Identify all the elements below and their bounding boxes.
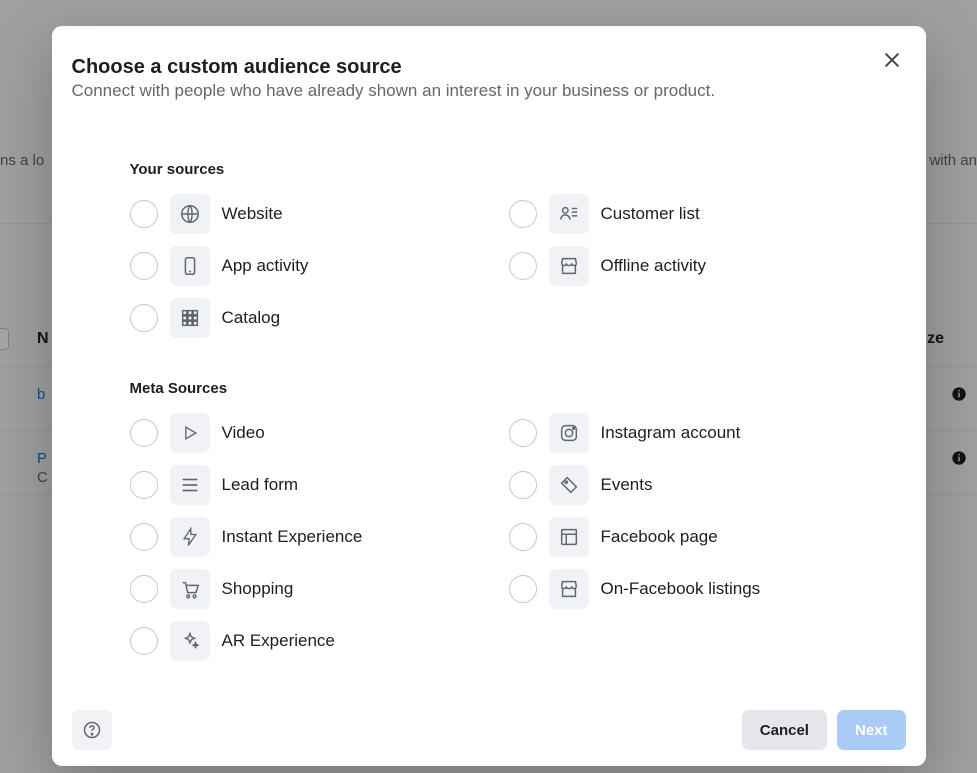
radio[interactable]	[509, 419, 537, 447]
option-label: Catalog	[222, 308, 281, 328]
option-label: App activity	[222, 256, 309, 276]
sparkle-icon	[170, 621, 210, 661]
radio[interactable]	[509, 575, 537, 603]
option-label: Customer list	[601, 204, 700, 224]
option-offline-activity[interactable]: Offline activity	[509, 240, 848, 292]
modal-title: Choose a custom audience source	[72, 56, 716, 79]
page-icon	[549, 517, 589, 557]
option-label: Lead form	[222, 475, 299, 495]
mobile-icon	[170, 246, 210, 286]
next-button[interactable]: Next	[837, 710, 906, 750]
radio[interactable]	[130, 304, 158, 332]
radio[interactable]	[130, 419, 158, 447]
option-customer-list[interactable]: Customer list	[509, 188, 848, 240]
help-icon	[82, 720, 102, 740]
option-label: Website	[222, 204, 283, 224]
bolt-icon	[170, 517, 210, 557]
modal-header: Choose a custom audience source Connect …	[72, 46, 906, 101]
option-events[interactable]: Events	[509, 459, 848, 511]
cancel-button[interactable]: Cancel	[742, 710, 827, 750]
option-label: AR Experience	[222, 631, 335, 651]
option-label: Instant Experience	[222, 527, 363, 547]
radio[interactable]	[130, 627, 158, 655]
option-on-facebook-listings[interactable]: On-Facebook listings	[509, 563, 848, 615]
radio[interactable]	[509, 252, 537, 280]
modal-body: Your sources Website Customer list	[72, 101, 906, 672]
option-video[interactable]: Video	[130, 407, 469, 459]
option-app-activity[interactable]: App activity	[130, 240, 469, 292]
radio[interactable]	[509, 471, 537, 499]
option-instagram[interactable]: Instagram account	[509, 407, 848, 459]
footer-buttons: Cancel Next	[742, 710, 906, 750]
radio[interactable]	[509, 523, 537, 551]
section-heading-meta-sources: Meta Sources	[130, 380, 848, 397]
close-icon	[882, 50, 902, 70]
section-heading-your-sources: Your sources	[130, 161, 848, 178]
audience-source-modal: Choose a custom audience source Connect …	[52, 26, 926, 766]
option-label: Events	[601, 475, 653, 495]
your-sources-grid: Website Customer list App activity	[130, 188, 848, 344]
cart-icon	[170, 569, 210, 609]
radio[interactable]	[130, 575, 158, 603]
globe-icon	[170, 194, 210, 234]
option-ar-experience[interactable]: AR Experience	[130, 615, 469, 667]
option-shopping[interactable]: Shopping	[130, 563, 469, 615]
storefront-icon	[549, 569, 589, 609]
radio[interactable]	[130, 200, 158, 228]
radio[interactable]	[130, 252, 158, 280]
modal-footer: Cancel Next	[72, 710, 906, 750]
option-instant-experience[interactable]: Instant Experience	[130, 511, 469, 563]
radio[interactable]	[509, 200, 537, 228]
modal-subtitle: Connect with people who have already sho…	[72, 81, 716, 101]
grid-icon	[170, 298, 210, 338]
option-label: Facebook page	[601, 527, 718, 547]
option-catalog[interactable]: Catalog	[130, 292, 469, 344]
close-button[interactable]	[878, 46, 906, 74]
option-label: Offline activity	[601, 256, 707, 276]
option-label: Shopping	[222, 579, 294, 599]
meta-sources-grid: Video Instagram account Lead form	[130, 407, 848, 667]
ticket-icon	[549, 465, 589, 505]
option-facebook-page[interactable]: Facebook page	[509, 511, 848, 563]
radio[interactable]	[130, 523, 158, 551]
option-label: On-Facebook listings	[601, 579, 761, 599]
radio[interactable]	[130, 471, 158, 499]
list-icon	[170, 465, 210, 505]
store-icon	[549, 246, 589, 286]
option-website[interactable]: Website	[130, 188, 469, 240]
option-label: Instagram account	[601, 423, 741, 443]
help-button[interactable]	[72, 710, 112, 750]
instagram-icon	[549, 413, 589, 453]
option-lead-form[interactable]: Lead form	[130, 459, 469, 511]
contact-list-icon	[549, 194, 589, 234]
option-label: Video	[222, 423, 265, 443]
play-icon	[170, 413, 210, 453]
